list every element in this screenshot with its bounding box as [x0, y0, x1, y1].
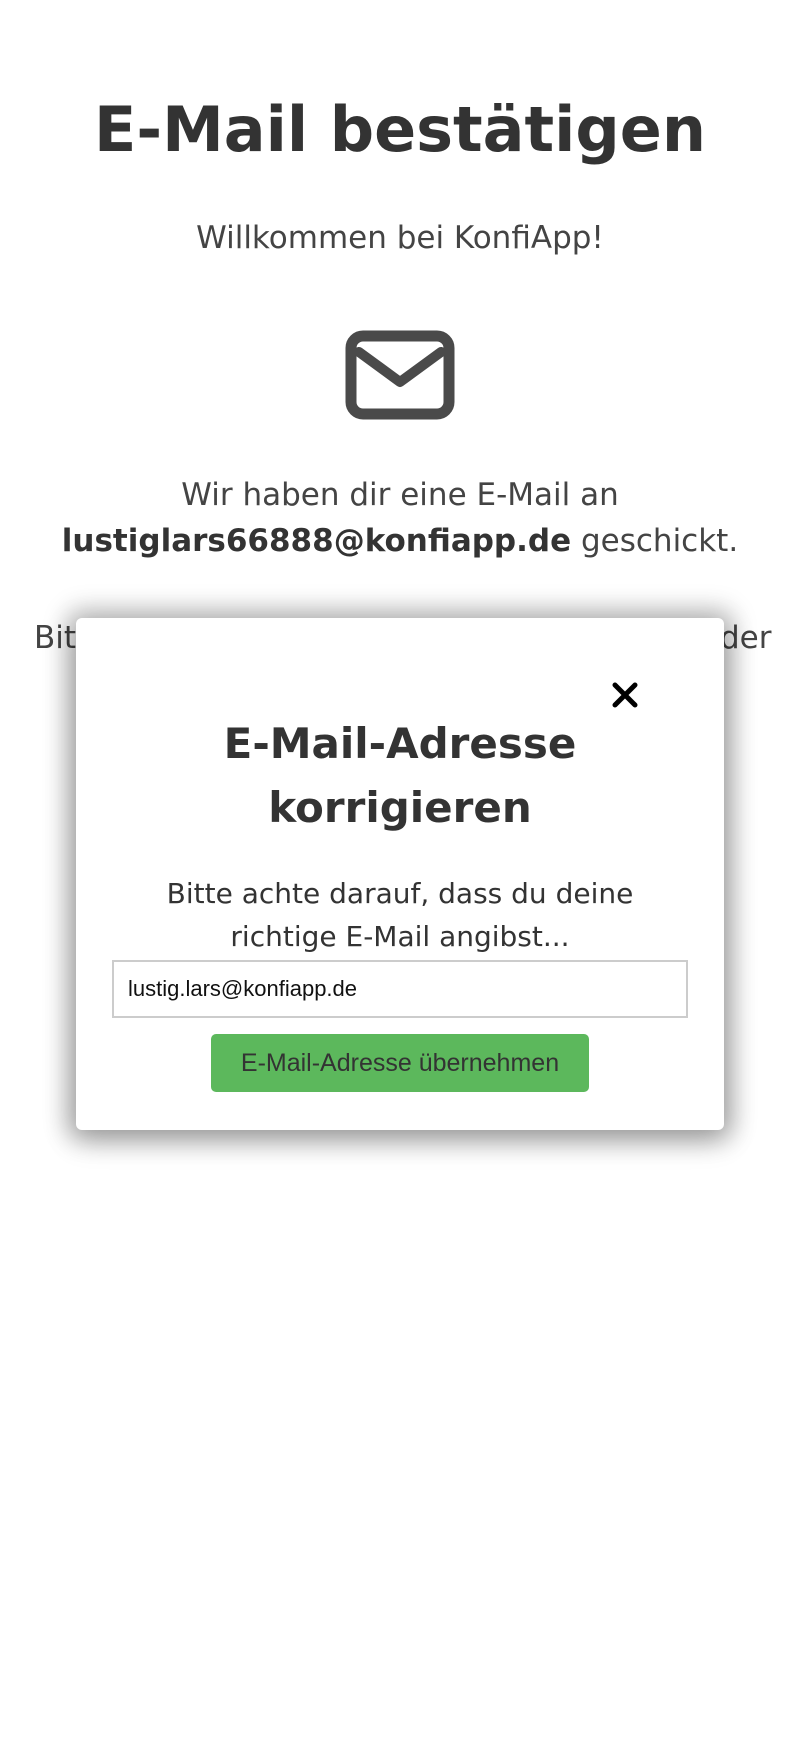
sent-email-address: lustiglars66888@konfiapp.de	[61, 523, 572, 559]
envelope-icon	[345, 330, 455, 420]
sent-info-text: Wir haben dir eine E-Mail an	[181, 477, 619, 513]
close-icon[interactable]	[610, 680, 640, 710]
sent-info-email-line: lustiglars66888@konfiapp.de geschickt.	[0, 518, 800, 564]
apply-email-button[interactable]: E-Mail-Adresse übernehmen	[211, 1034, 589, 1092]
email-input[interactable]	[112, 960, 688, 1018]
correct-email-modal: E-Mail-Adresse korrigieren Bitte achte d…	[76, 618, 724, 1130]
welcome-text: Willkommen bei KonfiApp!	[196, 220, 604, 256]
modal-title-line-1: E-Mail-Adresse	[223, 719, 577, 768]
hint-text-start: Bit	[34, 620, 77, 656]
page-title: E-Mail bestätigen	[94, 93, 706, 166]
modal-title: E-Mail-Adresse korrigieren	[76, 712, 724, 840]
hint-text-end: der	[720, 620, 772, 656]
sent-info-suffix: geschickt.	[571, 523, 739, 559]
modal-title-line-2: korrigieren	[268, 783, 532, 832]
modal-instruction: Bitte achte darauf, dass du deine richti…	[166, 877, 634, 953]
